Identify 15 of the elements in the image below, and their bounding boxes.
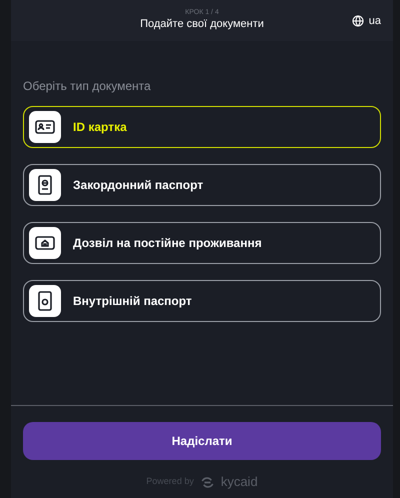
booklet-icon [29, 285, 61, 317]
document-option[interactable]: Внутрішній паспорт [23, 280, 381, 322]
document-option[interactable]: Закордонний паспорт [23, 164, 381, 206]
language-selector[interactable]: ua [352, 13, 381, 30]
house-card-icon [29, 227, 61, 259]
globe-icon [352, 15, 364, 28]
id-card-icon [29, 111, 61, 143]
submit-button[interactable]: Надіслати [23, 422, 381, 460]
logo-icon [200, 476, 215, 488]
section-label: Оберіть тип документа [23, 78, 152, 95]
page-title: Подайте свої документи [140, 18, 264, 32]
document-option[interactable]: Дозвіл на постійне проживання [23, 222, 381, 264]
passport-icon [29, 169, 61, 201]
brand-name: kycaid [220, 473, 258, 492]
document-option[interactable]: ID картка [23, 106, 381, 148]
